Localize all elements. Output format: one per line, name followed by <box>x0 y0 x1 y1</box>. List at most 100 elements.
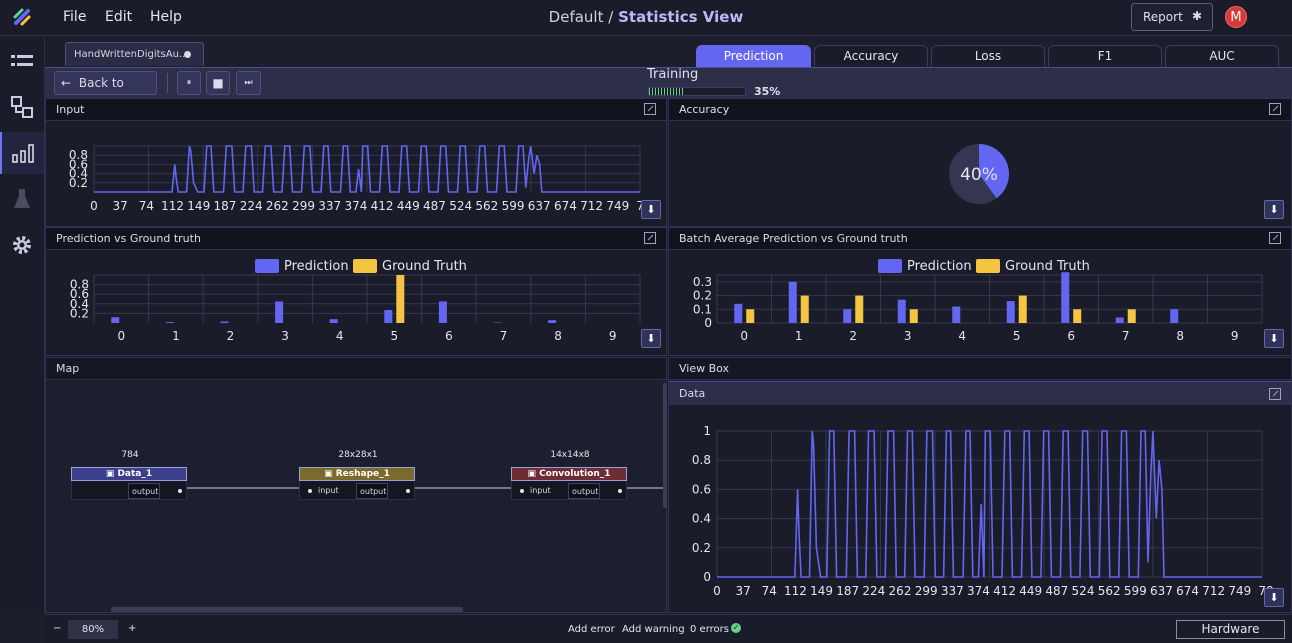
model-tab[interactable]: HandWrittenDigitsAu... <box>65 42 204 66</box>
vertical-scrollbar[interactable] <box>663 383 667 508</box>
input-panel-title: Input <box>56 103 85 116</box>
y-tick-label: 0.8 <box>70 278 89 292</box>
sidebar-layers-button[interactable] <box>0 40 44 82</box>
port-dot[interactable] <box>406 489 410 493</box>
y-tick-label: 0.6 <box>692 482 711 496</box>
y-tick-label: 0.4 <box>692 512 711 526</box>
horizontal-scrollbar[interactable] <box>111 607 463 612</box>
view-box-title: View Box <box>679 362 730 375</box>
node-port-output[interactable]: output <box>356 483 388 499</box>
download-button[interactable]: ⬇ <box>1264 200 1284 219</box>
download-button[interactable]: ⬇ <box>1264 329 1284 348</box>
node-port-input[interactable]: input <box>308 483 340 499</box>
zoom-in-button[interactable]: + <box>128 623 136 634</box>
y-tick-label: 0 <box>704 316 712 330</box>
zoom-level[interactable]: 80% <box>68 620 118 639</box>
x-tick-label: 3 <box>281 329 289 343</box>
tab-accuracy[interactable]: Accuracy <box>814 45 928 67</box>
port-dot[interactable] <box>178 489 182 493</box>
x-tick-label: 37 <box>736 584 751 598</box>
report-button[interactable]: Report ✱ <box>1131 3 1213 31</box>
node-size-label: 14x14x8 <box>550 450 590 460</box>
port-dot[interactable] <box>520 489 524 493</box>
x-tick-label: 337 <box>941 584 964 598</box>
add-warning-button[interactable]: Add warning <box>622 624 685 635</box>
gear-icon <box>13 236 31 254</box>
legend-swatch <box>878 259 902 273</box>
bar <box>548 320 557 323</box>
map-node-reshape-1[interactable]: 28x28x1 ▣ Reshape_1 input output <box>299 450 415 500</box>
layers-icon <box>11 55 33 66</box>
bar <box>1018 295 1027 323</box>
sidebar-model-button[interactable] <box>0 86 44 128</box>
skip-button[interactable]: ⏭ <box>236 71 261 95</box>
download-button[interactable]: ⬇ <box>641 329 661 348</box>
report-label: Report <box>1143 10 1183 24</box>
zoom-out-button[interactable]: − <box>53 623 61 634</box>
tab-f1[interactable]: F1 <box>1048 45 1162 67</box>
download-button[interactable]: ⬇ <box>1264 588 1284 607</box>
x-tick-label: 562 <box>1098 584 1121 598</box>
expand-icon[interactable] <box>644 232 656 244</box>
y-tick-label: 1 <box>703 424 711 438</box>
node-port-output[interactable]: output <box>128 483 160 499</box>
port-dot[interactable] <box>308 489 312 493</box>
expand-icon[interactable] <box>1269 103 1281 115</box>
sidebar-test-button[interactable] <box>0 178 44 220</box>
map-node-convolution-1[interactable]: 14x14x8 ▣ Convolution_1 input output <box>511 450 627 500</box>
legend-swatch <box>976 259 1000 273</box>
node-port-input[interactable]: input <box>520 483 552 499</box>
x-tick-label: 749 <box>606 199 629 213</box>
x-tick-label: 712 <box>1202 584 1225 598</box>
sidebar-settings-button[interactable] <box>0 224 44 266</box>
expand-icon[interactable] <box>644 103 656 115</box>
tab-loss[interactable]: Loss <box>931 45 1045 67</box>
pause-button[interactable]: ⏸ <box>177 71 201 95</box>
x-tick-label: 299 <box>292 199 315 213</box>
x-tick-label: 3 <box>904 329 912 343</box>
port-dot[interactable] <box>618 489 622 493</box>
legend-swatch <box>255 259 279 273</box>
x-tick-label: 6 <box>1067 329 1075 343</box>
x-tick-label: 112 <box>784 584 807 598</box>
bar <box>909 309 918 323</box>
avatar[interactable]: M <box>1225 6 1247 28</box>
x-tick-label: 412 <box>371 199 394 213</box>
x-tick-label: 9 <box>609 329 617 343</box>
add-error-button[interactable]: Add error <box>568 624 615 635</box>
x-tick-label: 9 <box>1231 329 1239 343</box>
expand-icon[interactable] <box>1269 388 1281 400</box>
x-tick-label: 262 <box>266 199 289 213</box>
node-size-label: 784 <box>121 450 139 460</box>
data-line-chart: 0 0.2 0.4 0.6 0.8 1 0 37 74 112 149 187 224 262 299 337… <box>692 424 1274 598</box>
page-title: Default / Statistics View <box>0 8 1292 26</box>
y-tick-label: 0.8 <box>692 453 711 467</box>
download-button[interactable]: ⬇ <box>641 200 661 219</box>
sidebar-statistics-button[interactable] <box>0 132 44 174</box>
x-tick-label: 374 <box>967 584 990 598</box>
tab-auc[interactable]: AUC <box>1165 45 1279 67</box>
expand-icon[interactable] <box>1269 232 1281 244</box>
x-tick-label: 0 <box>713 584 721 598</box>
training-progress-bar <box>648 87 746 96</box>
stop-button[interactable]: ■ <box>206 71 230 95</box>
prediction-vs-ground-truth-title: Prediction vs Ground truth <box>56 232 201 245</box>
x-tick-label: 2 <box>227 329 235 343</box>
node-port-output[interactable]: output <box>568 483 600 499</box>
x-tick-label: 74 <box>139 199 154 213</box>
model-tab-label: HandWrittenDigitsAu... <box>74 49 189 60</box>
x-tick-label: 487 <box>423 199 446 213</box>
hardware-button[interactable]: Hardware <box>1176 620 1285 639</box>
tab-prediction[interactable]: Prediction <box>696 45 811 67</box>
left-sidebar <box>0 37 45 613</box>
y-tick-label: 0.2 <box>692 541 711 555</box>
bar <box>275 301 284 323</box>
map-node-data-1[interactable]: 784 ▣ Data_1 output <box>71 450 187 500</box>
legend-label: Prediction <box>284 259 349 274</box>
x-tick-label: 637 <box>1150 584 1173 598</box>
back-to-model-button[interactable]: ← Back to model <box>54 71 157 112</box>
bar <box>165 322 174 323</box>
download-icon: ⬇ <box>1269 591 1279 604</box>
x-tick-label: 599 <box>502 199 525 213</box>
x-tick-label: 637 <box>528 199 551 213</box>
